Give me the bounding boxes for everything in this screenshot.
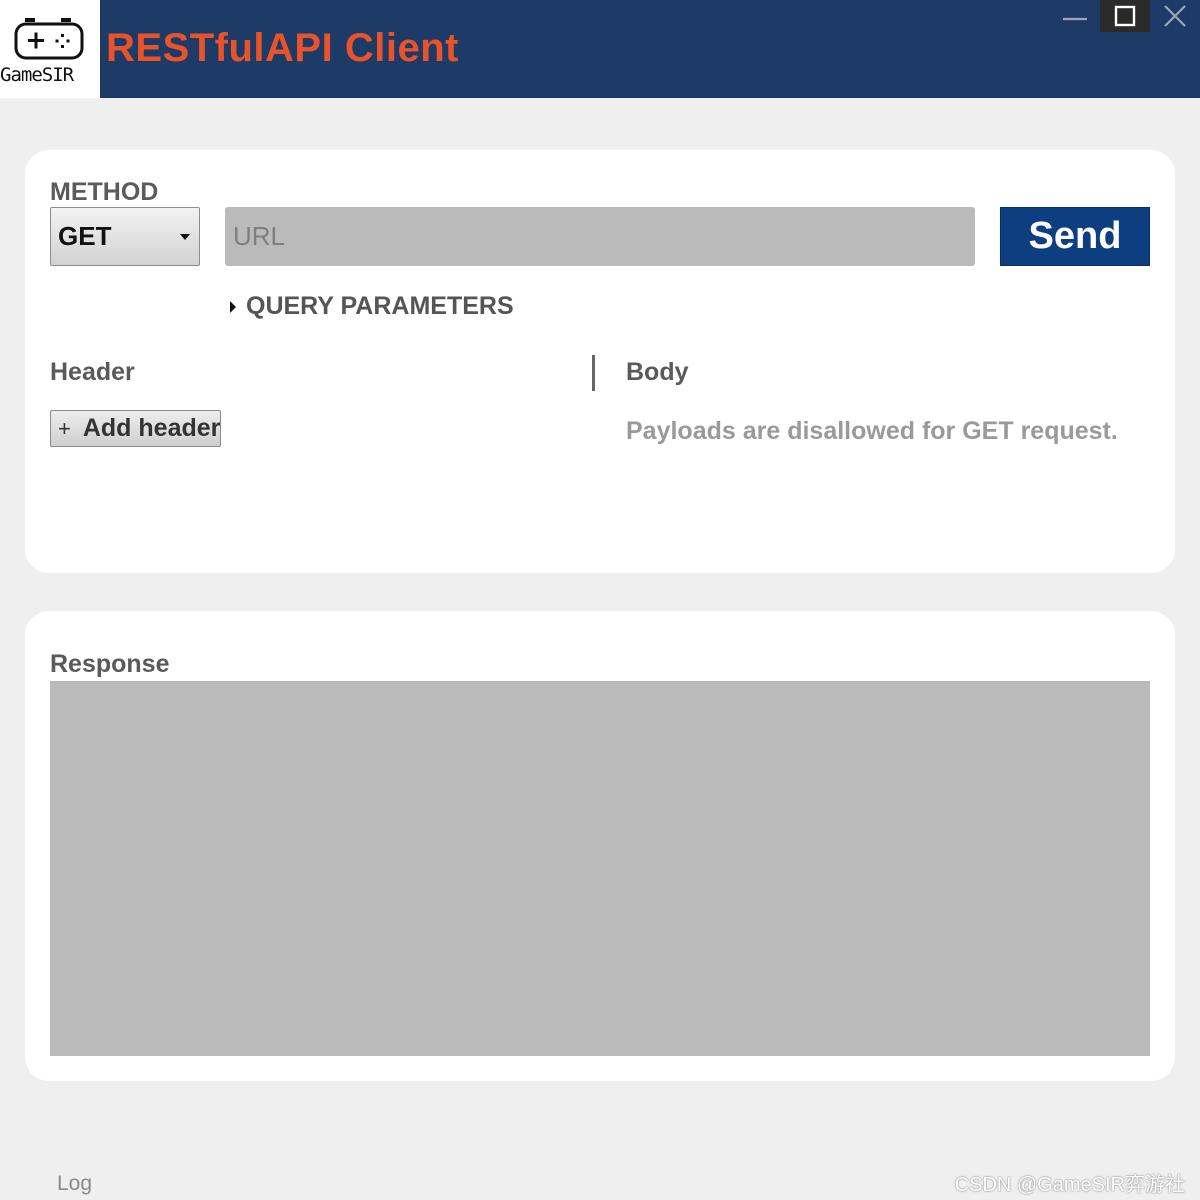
- body-message: Payloads are disallowed for GET request.: [626, 417, 1118, 445]
- maximize-icon: [1114, 5, 1136, 27]
- response-output[interactable]: [50, 681, 1150, 1056]
- minimize-icon: [1063, 17, 1087, 21]
- app-title: RESTfulAPI Client: [106, 26, 459, 70]
- gamepad-logo-icon: [14, 18, 84, 60]
- title-bar: GameSIR RESTfulAPI Client: [0, 0, 1200, 98]
- body-label: Body: [626, 358, 689, 386]
- url-input[interactable]: [225, 207, 975, 266]
- watermark: CSDN @GameSIR弈游社: [954, 1174, 1185, 1196]
- log-link[interactable]: Log: [57, 1172, 92, 1196]
- add-header-button[interactable]: + Add header: [50, 410, 221, 447]
- logo-text: GameSIR: [0, 64, 74, 86]
- response-label: Response: [50, 650, 170, 678]
- send-button[interactable]: Send: [1000, 207, 1150, 266]
- add-header-label: Add header: [82, 414, 221, 442]
- close-icon: [1164, 5, 1186, 27]
- caret-down-icon: [180, 234, 190, 240]
- method-label: METHOD: [50, 178, 159, 206]
- request-panel: METHOD GET Send QUERY PARAMETERS Header …: [25, 150, 1175, 573]
- method-value: GET: [58, 221, 112, 251]
- query-parameters-toggle[interactable]: QUERY PARAMETERS: [230, 292, 514, 321]
- triangle-right-icon: [230, 300, 236, 313]
- method-select[interactable]: GET: [50, 207, 200, 266]
- app-logo: GameSIR: [0, 0, 100, 98]
- maximize-button[interactable]: [1100, 0, 1150, 32]
- section-divider: [592, 355, 595, 391]
- minimize-button[interactable]: [1050, 0, 1100, 32]
- query-parameters-label: QUERY PARAMETERS: [246, 292, 514, 320]
- response-panel: Response: [25, 611, 1175, 1081]
- close-button[interactable]: [1150, 0, 1200, 32]
- plus-icon: +: [58, 415, 71, 441]
- header-label: Header: [50, 358, 135, 386]
